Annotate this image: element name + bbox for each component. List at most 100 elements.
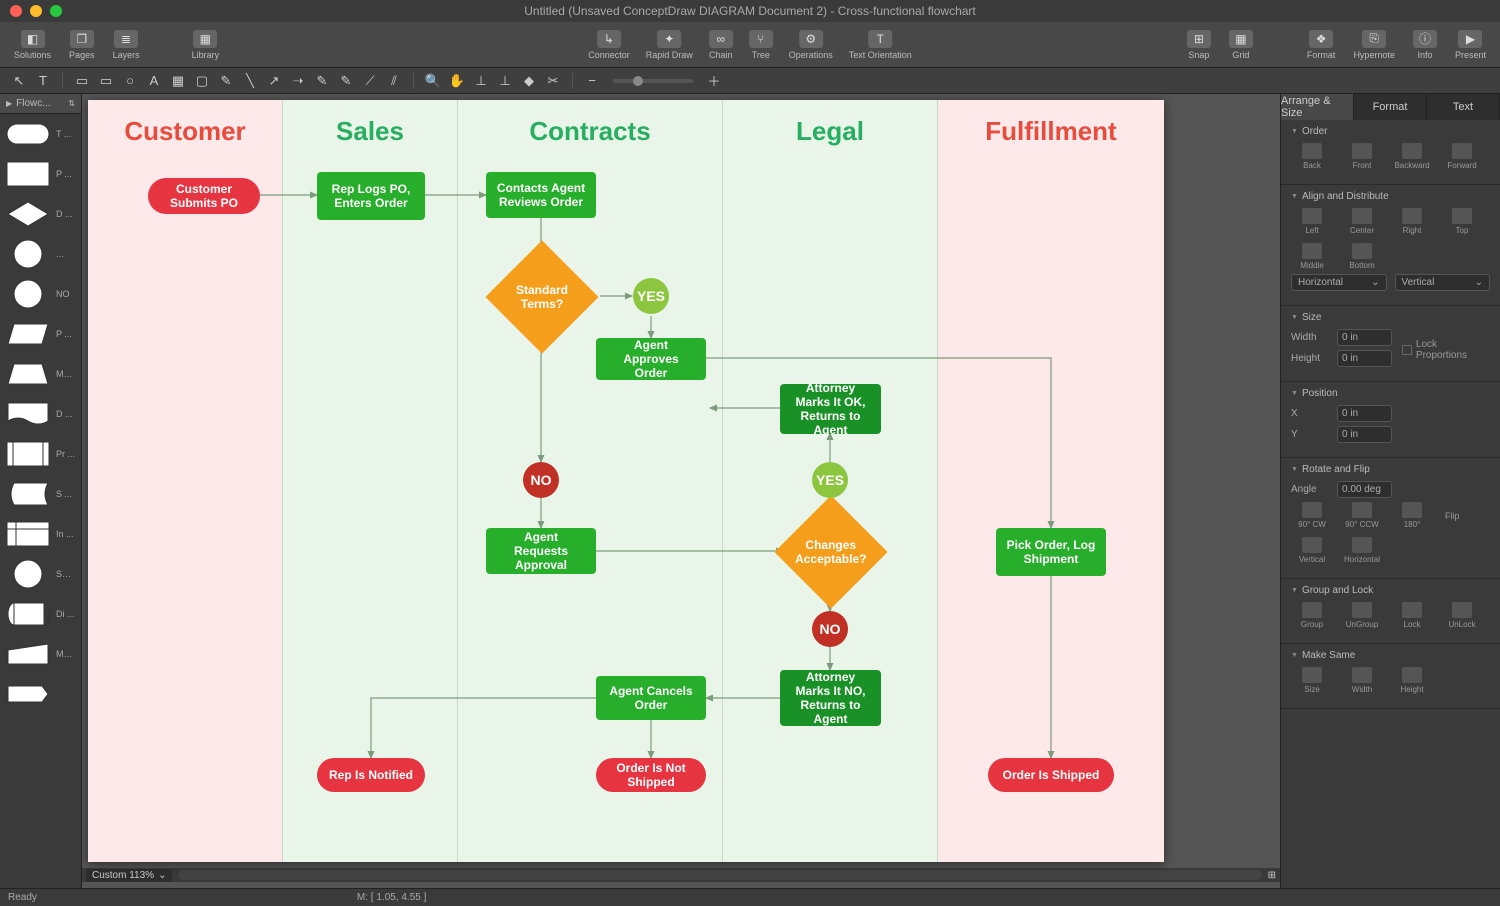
zoom-out-button[interactable]: − (581, 72, 603, 90)
group-unlock-button[interactable]: UnLock (1441, 602, 1483, 629)
section-title[interactable]: Rotate and Flip (1291, 464, 1490, 475)
rotate-90-cw-button[interactable]: 90° CW (1291, 502, 1333, 529)
minimize-window-button[interactable] (30, 5, 42, 17)
distribute-horizontal-select[interactable]: Horizontal⌄ (1291, 274, 1387, 291)
section-title[interactable]: Group and Lock (1291, 585, 1490, 596)
toolbar-rapid-draw[interactable]: ✦Rapid Draw (640, 28, 699, 62)
shape-tool-0[interactable]: ▭ (71, 72, 93, 90)
shape-tool-11[interactable]: ✎ (335, 72, 357, 90)
view-tool-3[interactable]: ⊥ (494, 72, 516, 90)
group-ungroup-button[interactable]: UnGroup (1341, 602, 1383, 629)
shape-tool-3[interactable]: A (143, 72, 165, 90)
rotate-180--button[interactable]: 180° (1391, 502, 1433, 529)
toolbar-operations[interactable]: ⚙Operations (783, 28, 839, 62)
make-same-width-button[interactable]: Width (1341, 667, 1383, 694)
shape-library-item-10[interactable]: In ... (0, 514, 81, 554)
toolbar-pages[interactable]: ❐Pages (63, 28, 101, 62)
node-attorney-ok[interactable]: Attorney Marks It OK, Returns to Agent (780, 384, 881, 434)
shape-library-item-9[interactable]: S ... (0, 474, 81, 514)
height-input[interactable]: 0 in (1337, 350, 1392, 367)
shape-tool-1[interactable]: ▭ (95, 72, 117, 90)
section-title[interactable]: Make Same (1291, 650, 1490, 661)
align-center-button[interactable]: Center (1341, 208, 1383, 235)
tab-arrange-size[interactable]: Arrange & Size (1281, 94, 1354, 120)
shape-library-item-2[interactable]: D ... (0, 194, 81, 234)
node-order-not-shipped[interactable]: Order Is Not Shipped (596, 758, 706, 792)
align-middle-button[interactable]: Middle (1291, 243, 1333, 270)
toolbar-text-orientation[interactable]: TText Orientation (843, 28, 918, 62)
shape-tool-13[interactable]: ⫽ (383, 72, 405, 90)
node-rep-logs[interactable]: Rep Logs PO, Enters Order (317, 172, 425, 220)
lane-fulfillment[interactable]: Fulfillment (938, 100, 1164, 862)
order-front-button[interactable]: Front (1341, 143, 1383, 170)
node-no-1[interactable]: NO (523, 462, 559, 498)
make-same-height-button[interactable]: Height (1391, 667, 1433, 694)
toolbar-present[interactable]: ▶Present (1449, 28, 1492, 62)
node-yes-2[interactable]: YES (812, 462, 848, 498)
toolbar-layers[interactable]: ≣Layers (107, 28, 146, 62)
node-no-2[interactable]: NO (812, 611, 848, 647)
page-nav-icon[interactable]: ⊞ (1268, 870, 1276, 881)
lane-customer[interactable]: Customer (88, 100, 283, 862)
shape-tool-12[interactable]: ⟋ (359, 72, 381, 90)
shape-library-item-14[interactable] (0, 674, 81, 714)
order-backward-button[interactable]: Backward (1391, 143, 1433, 170)
shape-library-item-1[interactable]: P ... (0, 154, 81, 194)
toolbar-grid[interactable]: ▦Grid (1223, 28, 1259, 62)
shape-library-item-0[interactable]: T ... (0, 114, 81, 154)
view-tool-4[interactable]: ◆ (518, 72, 540, 90)
shape-tool-9[interactable]: ➝ (287, 72, 309, 90)
x-input[interactable]: 0 in (1337, 405, 1392, 422)
distribute-vertical-select[interactable]: Vertical⌄ (1395, 274, 1491, 291)
toolbar-hypernote[interactable]: ⎘Hypernote (1347, 28, 1401, 62)
toolbar-format[interactable]: ❖Format (1301, 28, 1342, 62)
view-tool-5[interactable]: ✂ (542, 72, 564, 90)
zoom-slider[interactable] (613, 79, 693, 83)
width-input[interactable]: 0 in (1337, 329, 1392, 346)
canvas-area[interactable]: Customer Sales Contracts Legal Fulfillme… (82, 94, 1280, 888)
toolbar-library[interactable]: ▦Library (186, 28, 226, 62)
shape-tool-4[interactable]: ▦ (167, 72, 189, 90)
selection-tool-0[interactable]: ↖ (8, 72, 30, 90)
make-same-size-button[interactable]: Size (1291, 667, 1333, 694)
zoom-in-button[interactable]: ＋ (703, 72, 725, 90)
node-start[interactable]: Customer Submits PO (148, 178, 260, 214)
shape-tool-6[interactable]: ✎ (215, 72, 237, 90)
node-pick-order[interactable]: Pick Order, Log Shipment (996, 528, 1106, 576)
selection-tool-1[interactable]: T (32, 72, 54, 90)
view-tool-1[interactable]: ✋ (446, 72, 468, 90)
lock-proportions-checkbox[interactable]: Lock Proportions (1402, 329, 1490, 371)
zoom-select[interactable]: Custom 113%⌄ (86, 869, 172, 882)
node-order-shipped[interactable]: Order Is Shipped (988, 758, 1114, 792)
shape-tool-7[interactable]: ╲ (239, 72, 261, 90)
angle-input[interactable]: 0.00 deg (1337, 481, 1392, 498)
horizontal-scrollbar[interactable] (178, 870, 1261, 880)
toolbar-snap[interactable]: ⊞Snap (1181, 28, 1217, 62)
shape-tool-5[interactable]: ▢ (191, 72, 213, 90)
shape-library-item-3[interactable]: ... (0, 234, 81, 274)
view-tool-2[interactable]: ⊥ (470, 72, 492, 90)
node-rep-notified[interactable]: Rep Is Notified (317, 758, 425, 792)
section-title[interactable]: Size (1291, 312, 1490, 323)
flip-vertical-button[interactable]: Vertical (1291, 537, 1333, 564)
view-tool-0[interactable]: 🔍 (422, 72, 444, 90)
node-yes-1[interactable]: YES (633, 278, 669, 314)
shape-library-item-4[interactable]: NO (0, 274, 81, 314)
drawing-canvas[interactable]: Customer Sales Contracts Legal Fulfillme… (88, 100, 1164, 862)
node-agent-approves[interactable]: Agent Approves Order (596, 338, 706, 380)
shape-library-item-6[interactable]: Ma ... (0, 354, 81, 394)
shape-tool-2[interactable]: ○ (119, 72, 141, 90)
shape-library-item-5[interactable]: P ... (0, 314, 81, 354)
node-agent-cancels[interactable]: Agent Cancels Order (596, 676, 706, 720)
shape-library-item-7[interactable]: D ... (0, 394, 81, 434)
tab-text[interactable]: Text (1427, 94, 1500, 120)
group-lock-button[interactable]: Lock (1391, 602, 1433, 629)
close-window-button[interactable] (10, 5, 22, 17)
align-bottom-button[interactable]: Bottom (1341, 243, 1383, 270)
library-header[interactable]: ▶ Flowc... ⇅ (0, 94, 81, 114)
align-top-button[interactable]: Top (1441, 208, 1483, 235)
y-input[interactable]: 0 in (1337, 426, 1392, 443)
order-back-button[interactable]: Back (1291, 143, 1333, 170)
toolbar-solutions[interactable]: ◧Solutions (8, 28, 57, 62)
section-title[interactable]: Align and Distribute (1291, 191, 1490, 202)
